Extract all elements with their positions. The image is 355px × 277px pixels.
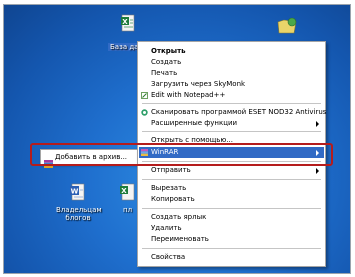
menu-item-notepad[interactable]: Edit with Notepad++ — [139, 90, 324, 101]
excel-file-icon[interactable]: X — [120, 183, 136, 201]
desktop-icon-label: Владельцам блогов — [56, 206, 102, 222]
notepad-icon — [141, 92, 148, 99]
annotation-highlight-box — [30, 143, 333, 166]
menu-item-properties[interactable]: Свойства — [139, 252, 324, 263]
menu-item-print[interactable]: Печать — [139, 68, 324, 79]
menu-separator — [142, 179, 321, 180]
excel-file-icon[interactable]: X — [121, 14, 137, 32]
menu-item-cut[interactable]: Вырезать — [139, 183, 324, 194]
menu-separator — [142, 248, 321, 249]
desktop-screenshot: X База да W Владельцам блогов X пл Добав… — [3, 4, 351, 274]
menu-item-copy[interactable]: Копировать — [139, 194, 324, 205]
menu-item-advanced[interactable]: Расширенные функции — [139, 118, 324, 129]
menu-item-open[interactable]: Открыть — [139, 46, 324, 57]
menu-separator — [142, 131, 321, 132]
folder-icon[interactable] — [276, 17, 298, 35]
menu-item-skymonk[interactable]: Загрузить через SkyMonk — [139, 79, 324, 90]
svg-text:W: W — [71, 188, 79, 196]
menu-separator — [142, 103, 321, 104]
desktop-icon-label: База да — [108, 43, 141, 51]
svg-text:X: X — [121, 187, 127, 195]
desktop-icon-label: пл — [123, 206, 133, 214]
submenu-arrow-icon — [316, 121, 319, 127]
menu-item-rename[interactable]: Переименовать — [139, 234, 324, 245]
eset-icon — [141, 109, 148, 116]
menu-item-create-shortcut[interactable]: Создать ярлык — [139, 212, 324, 223]
menu-item-eset-scan[interactable]: Сканировать программой ESET NOD32 Antivi… — [139, 107, 326, 118]
svg-text:X: X — [122, 18, 128, 26]
menu-item-new[interactable]: Создать — [139, 57, 324, 68]
menu-item-delete[interactable]: Удалить — [139, 223, 324, 234]
menu-item-send-to[interactable]: Отправить — [139, 165, 324, 176]
menu-separator — [142, 208, 321, 209]
submenu-arrow-icon — [316, 168, 319, 174]
word-file-icon[interactable]: W — [70, 183, 86, 201]
